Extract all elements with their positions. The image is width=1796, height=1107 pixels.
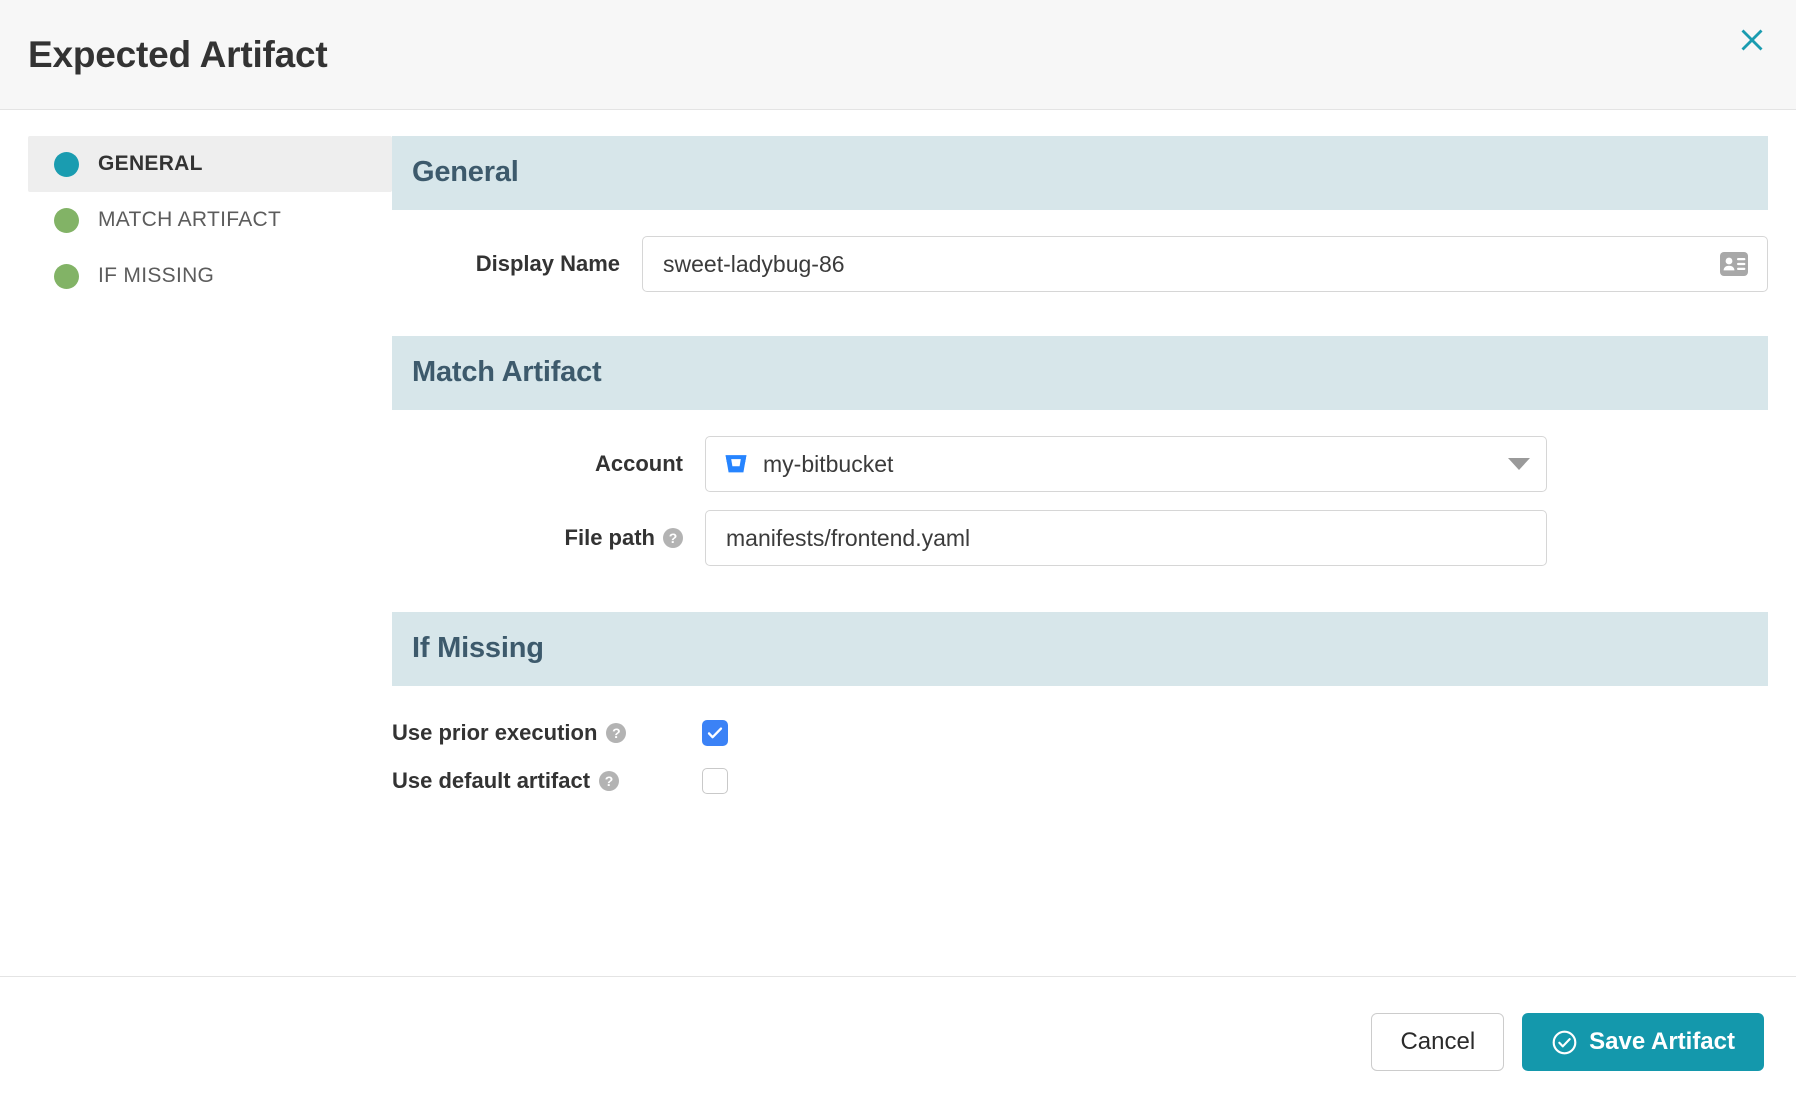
contact-card-icon[interactable] (1719, 251, 1749, 277)
chevron-down-icon[interactable] (1508, 458, 1530, 470)
check-circle-icon (1551, 1029, 1578, 1056)
sidebar-item-label: MATCH ARTIFACT (98, 208, 281, 232)
sidebar-item-match-artifact[interactable]: MATCH ARTIFACT (28, 192, 392, 248)
use-prior-execution-label-text: Use prior execution (392, 720, 597, 746)
bitbucket-icon (722, 450, 750, 478)
account-select[interactable]: my-bitbucket (705, 436, 1547, 492)
modal-body: GENERAL MATCH ARTIFACT IF MISSING Genera… (0, 110, 1796, 976)
file-path-row: File path ? manifests/frontend.yaml (392, 510, 1768, 566)
section-header-if-missing: If Missing (392, 612, 1768, 686)
sidebar-item-general[interactable]: GENERAL (28, 136, 392, 192)
sidebar-nav: GENERAL MATCH ARTIFACT IF MISSING (0, 110, 392, 304)
sidebar-item-label: IF MISSING (98, 264, 214, 288)
check-icon (706, 724, 724, 742)
save-artifact-label: Save Artifact (1589, 1028, 1735, 1056)
bitbucket-glyph (722, 450, 750, 478)
form-content: General Display Name sweet-ladybug-86 (392, 110, 1796, 794)
use-default-artifact-label-text: Use default artifact (392, 768, 590, 794)
file-path-label-text: File path (565, 525, 655, 551)
display-name-input[interactable]: sweet-ladybug-86 (642, 236, 1768, 292)
file-path-label: File path ? (392, 525, 705, 551)
status-dot-icon (54, 208, 79, 233)
account-name: my-bitbucket (763, 451, 893, 478)
modal-footer: Cancel Save Artifact (0, 976, 1796, 1107)
close-glyph (1737, 25, 1767, 55)
sidebar-item-label: GENERAL (98, 152, 203, 176)
display-name-row: Display Name sweet-ladybug-86 (392, 236, 1768, 292)
use-prior-execution-row: Use prior execution ? (392, 720, 1768, 746)
use-default-artifact-label: Use default artifact ? (392, 768, 679, 794)
use-default-artifact-checkbox[interactable] (702, 768, 728, 794)
section-header-match-artifact: Match Artifact (392, 336, 1768, 410)
file-path-input[interactable]: manifests/frontend.yaml (705, 510, 1547, 566)
sidebar-item-if-missing[interactable]: IF MISSING (28, 248, 392, 304)
file-path-value: manifests/frontend.yaml (726, 525, 1528, 552)
section-header-general: General (392, 136, 1768, 210)
account-label: Account (392, 451, 705, 477)
account-row: Account my-bitbucket (392, 436, 1768, 492)
help-icon[interactable]: ? (599, 771, 619, 791)
use-prior-execution-label: Use prior execution ? (392, 720, 679, 746)
display-name-label: Display Name (392, 251, 642, 277)
status-dot-icon (54, 264, 79, 289)
contact-card-glyph (1719, 251, 1749, 277)
page-title: Expected Artifact (28, 36, 328, 73)
use-default-artifact-row: Use default artifact ? (392, 768, 1768, 794)
account-select-value: my-bitbucket (722, 450, 1508, 478)
modal-header: Expected Artifact (0, 0, 1796, 110)
expected-artifact-modal: Expected Artifact GENERAL MATCH ARTIFACT… (0, 0, 1796, 1107)
save-artifact-button[interactable]: Save Artifact (1522, 1013, 1764, 1071)
status-dot-icon (54, 152, 79, 177)
cancel-button[interactable]: Cancel (1371, 1013, 1504, 1071)
use-prior-execution-checkbox[interactable] (702, 720, 728, 746)
close-icon[interactable] (1730, 18, 1774, 62)
help-icon[interactable]: ? (606, 723, 626, 743)
help-icon[interactable]: ? (663, 528, 683, 548)
display-name-value: sweet-ladybug-86 (663, 251, 1707, 278)
